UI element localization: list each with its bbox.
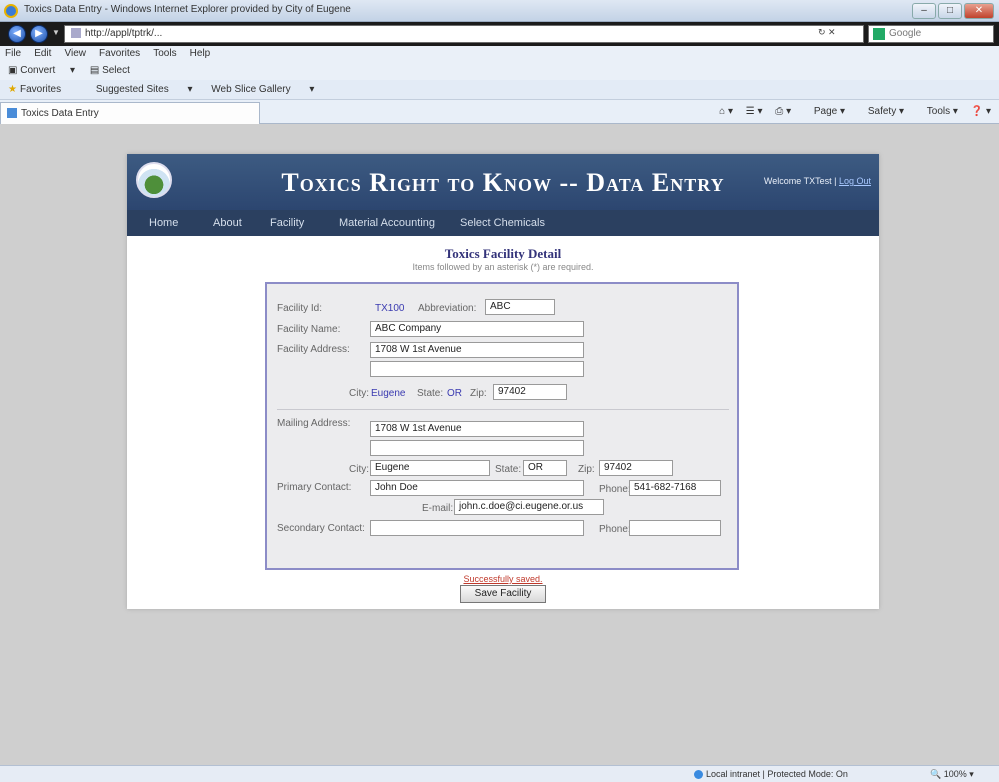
- menu-item-view[interactable]: View: [59, 46, 91, 59]
- logout-link[interactable]: Log Out: [839, 176, 871, 186]
- mailing-address-line2-field[interactable]: [370, 440, 584, 456]
- print-icon[interactable]: ⎙ ▾: [775, 106, 791, 117]
- zip-field[interactable]: 97402: [493, 384, 567, 400]
- window-titlebar: Toxics Data Entry - Windows Internet Exp…: [0, 0, 999, 22]
- security-zone[interactable]: Local intranet | Protected Mode: On: [694, 769, 848, 780]
- search-placeholder: Google: [889, 28, 922, 39]
- state-label: State:: [417, 388, 444, 399]
- feeds-icon[interactable]: ☰ ▾: [746, 106, 763, 117]
- abbreviation-field[interactable]: ABC: [485, 299, 555, 315]
- abbreviation-label: Abbreviation:: [418, 303, 477, 314]
- mailing-city-label: City:: [349, 464, 369, 475]
- nav-facility[interactable]: Facility: [270, 217, 304, 229]
- favorites-item-web-slice-gallery[interactable]: Web Slice Gallery ▾: [211, 84, 314, 95]
- primary-contact-label: Primary Contact:: [277, 482, 352, 493]
- state-value: OR: [447, 388, 462, 399]
- page-icon: [71, 28, 81, 39]
- facility-name-label: Facility Name:: [277, 324, 341, 335]
- primary-phone-field[interactable]: 541-682-7168: [629, 480, 721, 496]
- home-icon[interactable]: ⌂ ▾: [719, 106, 733, 117]
- mailing-zip-field[interactable]: 97402: [599, 460, 673, 476]
- help-icon[interactable]: ❓ ▾: [971, 106, 991, 117]
- section-divider: [277, 409, 729, 410]
- facility-id-label: Facility Id:: [277, 303, 323, 314]
- save-facility-button[interactable]: Save Facility: [460, 585, 546, 603]
- secondary-contact-label: Secondary Contact:: [277, 523, 365, 534]
- site-container: Toxics Right to Know -- Data Entry Welco…: [127, 154, 879, 609]
- email-label: E-mail:: [422, 503, 454, 514]
- refresh-stop-controls[interactable]: ↻ ✕: [818, 27, 860, 41]
- tab-bar: Toxics Data Entry ⌂ ▾ ☰ ▾ ⎙ ▾ Page ▾ Saf…: [0, 100, 999, 124]
- menu-item-file[interactable]: File: [0, 46, 26, 59]
- forward-button[interactable]: ▶: [30, 25, 48, 43]
- facility-form: Facility Id: TX100 Abbreviation: ABC Fac…: [265, 282, 739, 570]
- url-text: http://appl/tptrk/...: [85, 28, 163, 39]
- mailing-address-line1-field[interactable]: 1708 W 1st Avenue: [370, 421, 584, 437]
- email-field[interactable]: john.c.doe@ci.eugene.or.us: [454, 499, 604, 515]
- required-note: Items followed by an asterisk (*) are re…: [412, 262, 594, 272]
- status-bar: Local intranet | Protected Mode: On 🔍 10…: [0, 765, 999, 782]
- command-bar: ⌂ ▾ ☰ ▾ ⎙ ▾ Page ▾ Safety ▾ Tools ▾ ❓ ▾: [709, 106, 991, 117]
- favorites-bar: ★ Favorites Suggested Sites ▾ Web Slice G…: [0, 80, 999, 100]
- search-provider-icon: [873, 28, 885, 40]
- detail-title: Toxics Facility Detail: [444, 246, 562, 261]
- window-title: Toxics Data Entry - Windows Internet Exp…: [24, 4, 351, 15]
- favorites-item-suggested-sites[interactable]: Suggested Sites ▾: [96, 84, 193, 95]
- save-status-message: Successfully saved.: [463, 574, 543, 584]
- mailing-address-label: Mailing Address:: [277, 418, 351, 429]
- nav-home[interactable]: Home: [149, 217, 178, 229]
- ie-logo-icon: [4, 4, 18, 18]
- city-value: Eugene: [371, 388, 406, 399]
- close-window-button[interactable]: ✕: [964, 3, 994, 19]
- page-viewport: Toxics Right to Know -- Data Entry Welco…: [0, 124, 999, 765]
- nav-select-chemicals[interactable]: Select Chemicals: [460, 217, 545, 229]
- convert-button[interactable]: ▣ Convert ▾: [8, 65, 75, 76]
- secondary-contact-field[interactable]: [370, 520, 584, 536]
- favorites-button[interactable]: ★ Favorites: [8, 84, 77, 95]
- url-input[interactable]: http://appl/tptrk/...: [64, 25, 864, 43]
- tab-toxics-data-entry[interactable]: Toxics Data Entry: [0, 102, 260, 124]
- minimize-button[interactable]: –: [912, 3, 936, 19]
- welcome-text: Welcome TXTest | Log Out: [763, 176, 871, 186]
- star-icon: ★: [8, 84, 17, 95]
- search-input[interactable]: Google: [868, 25, 994, 43]
- secondary-phone-label: Phone:: [599, 524, 631, 535]
- facility-id-value: TX100: [375, 303, 405, 314]
- mailing-zip-label: Zip:: [578, 464, 595, 475]
- back-button[interactable]: ◀: [8, 25, 26, 43]
- site-header: Toxics Right to Know -- Data Entry Welco…: [127, 154, 879, 210]
- nav-material-accounting[interactable]: Material Accounting: [339, 217, 435, 229]
- zip-label: Zip:: [470, 388, 487, 399]
- history-dropdown-icon[interactable]: ▼: [52, 28, 60, 37]
- globe-icon: [694, 770, 703, 780]
- primary-phone-label: Phone:: [599, 484, 631, 495]
- secondary-phone-field[interactable]: [629, 520, 721, 536]
- facility-address-label: Facility Address:: [277, 344, 350, 355]
- menu-item-edit[interactable]: Edit: [29, 46, 56, 59]
- maximize-button[interactable]: □: [938, 3, 962, 19]
- command-page[interactable]: Page ▾: [804, 106, 845, 117]
- menu-bar: File Edit View Favorites Tools Help: [0, 46, 999, 62]
- mailing-state-label: State:: [495, 464, 522, 475]
- primary-contact-field[interactable]: John Doe: [370, 480, 584, 496]
- select-button[interactable]: ▤ Select: [90, 65, 142, 76]
- city-label: City:: [349, 388, 369, 399]
- facility-name-field[interactable]: ABC Company: [370, 321, 584, 337]
- zoom-level[interactable]: 🔍 100% ▾: [930, 769, 974, 780]
- menu-item-favorites[interactable]: Favorites: [94, 46, 145, 59]
- nav-about[interactable]: About: [213, 217, 242, 229]
- facility-address-line2-field[interactable]: [370, 361, 584, 377]
- menu-item-tools[interactable]: Tools: [148, 46, 181, 59]
- mailing-city-field[interactable]: Eugene: [370, 460, 490, 476]
- command-tools[interactable]: Tools ▾: [917, 106, 958, 117]
- convert-toolbar: ▣ Convert ▾ ▤ Select: [0, 62, 999, 80]
- menu-item-help[interactable]: Help: [185, 46, 216, 59]
- mailing-state-field[interactable]: OR: [523, 460, 567, 476]
- tab-page-icon: [7, 108, 17, 119]
- command-safety[interactable]: Safety ▾: [858, 106, 904, 117]
- address-bar-row: ◀ ▶ ▼ http://appl/tptrk/... ↻ ✕ Google: [0, 22, 999, 46]
- facility-address-line1-field[interactable]: 1708 W 1st Avenue: [370, 342, 584, 358]
- site-nav: Home About Facility Material Accounting …: [127, 210, 879, 236]
